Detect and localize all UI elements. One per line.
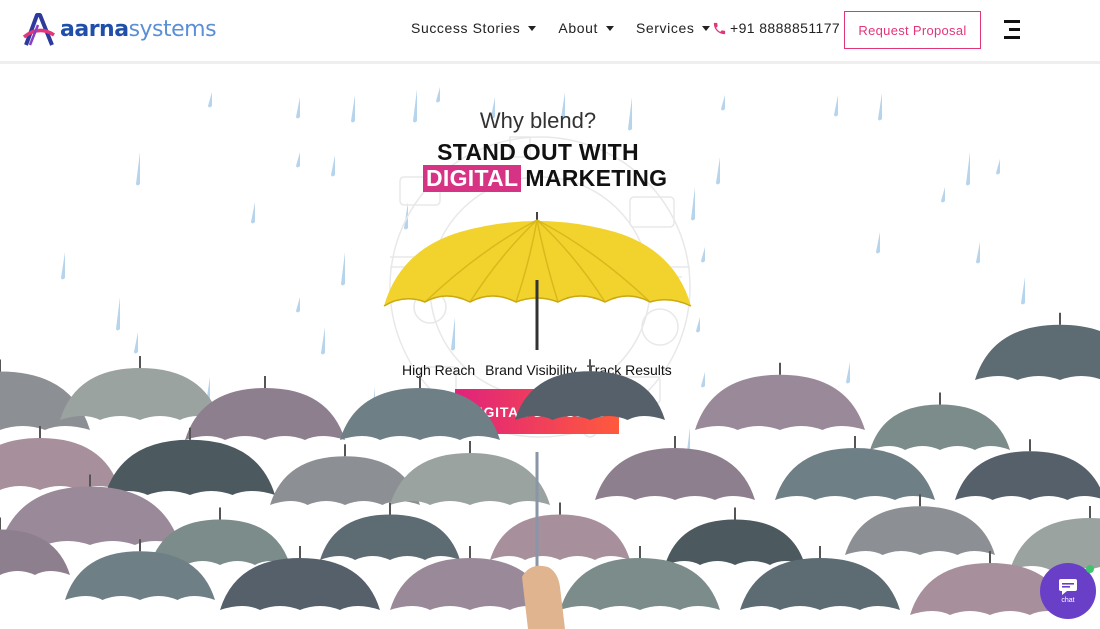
gray-umbrella: [665, 507, 805, 565]
brand-logo-mark: [22, 13, 55, 46]
online-status-dot: [1086, 565, 1094, 573]
brand-logo[interactable]: aarnasystems: [22, 10, 217, 48]
brand-name-part2: systems: [128, 16, 217, 42]
chat-bubble-icon: [1059, 579, 1077, 595]
gray-umbrella: [595, 436, 755, 500]
nav-item-services[interactable]: Services: [635, 20, 711, 36]
gray-umbrella: [975, 312, 1100, 380]
chat-label: chat: [1061, 597, 1075, 604]
gray-umbrella: [340, 376, 500, 440]
site-header: aarnasystems Success Stories About Servi…: [0, 0, 1100, 64]
gray-umbrella: [695, 362, 865, 430]
nav-item-success-stories[interactable]: Success Stories: [411, 20, 537, 36]
gray-umbrella: [390, 441, 550, 505]
gray-umbrella: [0, 426, 120, 490]
phone-icon: [713, 22, 726, 34]
brand-wordmark: aarnasystems: [60, 16, 217, 42]
gray-umbrella: [515, 359, 665, 420]
gray-umbrella: [105, 427, 275, 495]
phone-link[interactable]: +91 8888851177: [712, 20, 840, 36]
hero-banner: Why blend? STAND OUT WITH DIGITAL MARKET…: [0, 67, 1100, 629]
nav-item-label: About: [558, 20, 598, 36]
gray-umbrella: [320, 502, 460, 560]
gray-umbrella: [185, 376, 345, 440]
chevron-down-icon: [605, 25, 614, 31]
gray-umbrella: [845, 494, 995, 555]
gray-umbrella: [870, 392, 1010, 450]
chevron-down-icon: [702, 25, 711, 31]
nav-item-label: Success Stories: [411, 20, 521, 36]
chat-widget-button[interactable]: chat: [1040, 563, 1096, 619]
hamburger-menu-icon[interactable]: [1000, 18, 1020, 40]
request-proposal-button[interactable]: Request Proposal: [844, 11, 981, 49]
gray-umbrella: [490, 502, 630, 560]
gray-umbrella: [60, 356, 220, 420]
chevron-down-icon: [528, 25, 537, 31]
gray-umbrella: [1010, 506, 1100, 570]
brand-name-part1: aarna: [60, 16, 129, 42]
nav-item-about[interactable]: About: [558, 20, 614, 36]
phone-number: +91 8888851177: [730, 20, 841, 36]
umbrella-crowd-illustration: [0, 312, 1100, 629]
hand-illustration: [522, 565, 565, 629]
nav-item-label: Services: [635, 20, 695, 36]
main-nav: Success Stories About Services: [411, 20, 732, 36]
